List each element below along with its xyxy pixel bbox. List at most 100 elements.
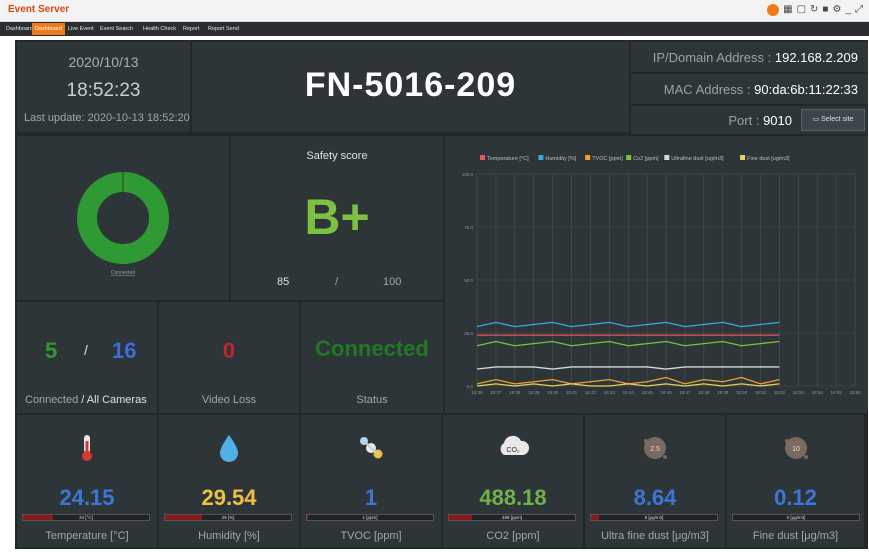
sensor-bar-text: 1 [ppm] [362, 515, 378, 520]
sensor-tile-co2: CO₂ 488.18 488 [ppm] CO2 [ppm] [443, 415, 583, 547]
ip-separator: : [767, 50, 772, 65]
legend-label: Fine dust [ug/m3] [747, 156, 790, 162]
legend-swatch [538, 155, 544, 160]
x-tick-label: 18:42 [585, 390, 597, 395]
legend-swatch [664, 155, 670, 160]
tab-dashboard[interactable]: Dashboard [32, 23, 65, 35]
molecule-icon [301, 433, 441, 468]
legend-label: Co2 [ppm] [633, 156, 659, 162]
monitor-icon: ▭ [812, 116, 820, 123]
tab-live-event[interactable]: Live Event [65, 23, 97, 35]
sensor-level-bar: 488 [ppm] [448, 514, 576, 521]
thermometer-icon [17, 433, 157, 468]
video-loss-panel: 0 Video Loss [159, 302, 299, 413]
sensor-value: 0.12 [774, 485, 817, 510]
status-value: Connected [315, 336, 429, 361]
tab-dashboard[interactable]: Dashboard [3, 23, 36, 35]
x-tick-label: 18:38 [509, 390, 521, 395]
tab-event-search[interactable]: Event Search [97, 23, 136, 35]
x-tick-label: 18:53 [793, 390, 805, 395]
x-tick-label: 18:54 [812, 390, 824, 395]
legend-item[interactable]: Co2 [ppm] [626, 155, 659, 162]
tab-report[interactable]: Report [180, 23, 203, 35]
y-tick-label: 0.0 [467, 384, 474, 389]
mac-separator: : [746, 82, 751, 97]
sensor-tile-fine-dust: 10 0.12 0 [μg/m3] Fine dust [μg/m3] [727, 415, 864, 547]
sensor-label: Humidity [%] [198, 530, 260, 542]
ip-row: IP/Domain Address : 192.168.2.209 [631, 50, 868, 65]
port-separator: : [755, 113, 760, 128]
cameras-separator: / [84, 342, 88, 358]
status-panel: Connected Status [301, 302, 443, 413]
svg-text:CO₂: CO₂ [506, 447, 520, 454]
safety-grade: B+ [304, 189, 370, 245]
sensor-level-bar: 8 [μg/m3] [590, 514, 718, 521]
port-label: Port [728, 113, 753, 128]
sensor-level-bar: 24 [°C] [22, 514, 150, 521]
mac-label: MAC Address [663, 82, 744, 97]
sensor-level-bar: 0 [μg/m3] [732, 514, 860, 521]
select-site-button[interactable]: ▭ Select site [801, 109, 865, 131]
device-name-panel: FN-5016-209 [192, 42, 629, 132]
window-icon[interactable]: ▢ [797, 3, 806, 17]
grid-view-icon[interactable]: ▦ [783, 3, 792, 17]
mac-panel: MAC Address : 90:da:6b:11:22:33 [631, 74, 868, 104]
tab-report-send[interactable]: Report Send [205, 23, 242, 35]
ip-panel: IP/Domain Address : 192.168.2.209 [631, 42, 868, 72]
dust-2.5-icon: 2.5 [585, 433, 725, 468]
safety-separator: / [335, 276, 339, 288]
sensor-value: 488.18 [479, 485, 547, 510]
x-tick-label: 18:43 [604, 390, 616, 395]
settings-icon[interactable]: ⚙ [832, 3, 841, 17]
notification-icon[interactable] [767, 4, 780, 16]
cameras-label-connected: Connected [25, 394, 79, 406]
x-tick-label: 18:47 [679, 390, 691, 395]
window-controls: ▦ ▢ ↻ ■ ⚙ _ ⤢ [767, 3, 863, 17]
refresh-icon[interactable]: ↻ [810, 3, 818, 17]
tab-bar: Dashboard Dashboard Live Event Event Search… [0, 22, 869, 36]
legend-item[interactable]: Temperature [°C] [480, 155, 529, 162]
tab-health-check[interactable]: Health Check [140, 23, 179, 35]
mac-value: 90:da:6b:11:22:33 [754, 82, 858, 97]
last-update: Last update: 2020-10-13 18:52:20 [24, 112, 190, 124]
cameras-label-all: / All Cameras [81, 394, 147, 406]
app-title: Event Server [8, 4, 70, 15]
sensor-chart-panel: Temperature [°C] Humidity [%] TVOC [ppm] Co… [445, 136, 868, 413]
legend-item[interactable]: Humidity [%] [538, 155, 577, 162]
legend-item[interactable]: Fine dust [ug/m3] [740, 155, 790, 162]
svg-text:10: 10 [792, 446, 800, 453]
x-tick-label: 18:45 [641, 390, 653, 395]
legend-label: TVOC [ppm] [592, 156, 623, 162]
cameras-panel: 5 / 16 Connected / All Cameras [17, 302, 157, 413]
legend-item[interactable]: TVOC [ppm] [585, 155, 623, 162]
sensor-bar-text: 8 [μg/m3] [644, 515, 664, 520]
svg-text:2.5: 2.5 [650, 446, 660, 453]
minimize-icon[interactable]: _ [845, 3, 851, 17]
safety-score: 85 [277, 276, 290, 288]
x-tick-label: 18:56 [849, 390, 861, 395]
total-cameras-count: 16 [112, 338, 137, 363]
x-tick-label: 18:48 [698, 390, 710, 395]
legend-item[interactable]: Ultrafine dust [ug/m3] [664, 155, 724, 162]
dust-10-icon: 10 [727, 433, 864, 468]
maximize-icon[interactable]: ⤢ [855, 3, 863, 17]
sensor-tile-temperature: 24.15 24 [°C] Temperature [°C] [17, 415, 157, 547]
port-value: 9010 [763, 113, 792, 128]
sensor-bar-text: 0 [μg/m3] [786, 515, 806, 520]
x-tick-label: 18:39 [528, 390, 540, 395]
lock-icon[interactable]: ■ [822, 3, 828, 17]
x-tick-label: 18:36 [471, 390, 483, 395]
x-tick-label: 18:52 [774, 390, 786, 395]
x-tick-label: 18:46 [660, 390, 672, 395]
sensor-level-bar: 1 [ppm] [306, 514, 434, 521]
title-bar: Event Server ▦ ▢ ↻ ■ ⚙ _ ⤢ [0, 0, 869, 22]
safety-title: Safety score [306, 150, 368, 162]
sensor-value: 29.54 [201, 485, 257, 510]
sensor-level-bar: 29 [%] [164, 514, 292, 521]
donut-label: Connected [111, 270, 135, 276]
sensor-label: Temperature [°C] [45, 530, 129, 542]
video-loss-value: 0 [222, 338, 236, 363]
y-tick-label: 75.0 [464, 225, 473, 230]
donut-ring [77, 172, 169, 264]
connection-donut-panel: Connected [17, 136, 229, 300]
